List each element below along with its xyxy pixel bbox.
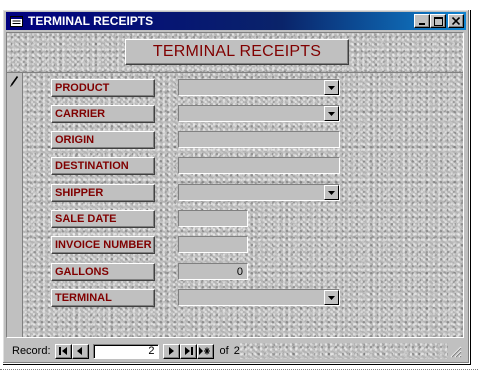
resize-grip-icon[interactable] (448, 344, 462, 358)
record-navigation-bar: Record: 2 of 2 (6, 341, 464, 361)
form-header: TERMINAL RECEIPTS (7, 33, 463, 73)
product-dropdown-button[interactable] (324, 80, 339, 95)
form-window: TERMINAL RECEIPTS TERMINAL RECEIPTS PROD… (2, 9, 470, 364)
minimize-icon (419, 23, 425, 25)
next-record-icon (169, 347, 175, 355)
form-client-area: TERMINAL RECEIPTS PRODUCT CARRIER ORIGIN… (6, 32, 464, 338)
product-combo[interactable] (178, 79, 340, 96)
record-number-input[interactable]: 2 (92, 343, 159, 359)
terminal-combo[interactable] (178, 289, 340, 306)
previous-record-button[interactable] (71, 343, 89, 359)
record-of-label: of (219, 345, 229, 357)
pencil-icon (10, 76, 19, 87)
window-title: TERMINAL RECEIPTS (28, 14, 154, 28)
close-icon (452, 17, 460, 25)
maximize-button[interactable] (430, 14, 446, 28)
dropdown-arrow-icon (328, 190, 335, 195)
dropdown-arrow-icon (328, 85, 335, 90)
shipper-dropdown-button[interactable] (324, 185, 339, 200)
label-carrier: CARRIER (51, 105, 155, 123)
label-destination: DESTINATION (51, 157, 155, 175)
dropdown-arrow-icon (328, 295, 335, 300)
label-origin: ORIGIN (51, 131, 155, 149)
close-button[interactable] (448, 14, 464, 28)
dotted-separator (0, 369, 478, 370)
first-record-button[interactable] (54, 343, 72, 359)
origin-field[interactable] (178, 131, 340, 148)
sale-date-field[interactable] (178, 210, 248, 227)
carrier-dropdown-button[interactable] (324, 106, 339, 121)
terminal-dropdown-button[interactable] (324, 290, 339, 305)
record-selector[interactable] (7, 73, 23, 337)
form-detail: PRODUCT CARRIER ORIGIN DESTINATION SHIPP… (23, 73, 463, 337)
last-record-icon (184, 347, 193, 355)
invoice-number-field[interactable] (178, 236, 248, 253)
title-bar[interactable]: TERMINAL RECEIPTS (6, 12, 466, 30)
form-header-title: TERMINAL RECEIPTS (125, 39, 349, 65)
dropdown-arrow-icon (328, 111, 335, 116)
first-record-icon (58, 347, 67, 355)
last-record-button[interactable] (179, 343, 197, 359)
label-gallons: GALLONS (51, 263, 155, 281)
label-product: PRODUCT (51, 79, 155, 97)
label-sale-date: SALE DATE (51, 210, 155, 228)
new-record-icon (199, 347, 211, 355)
previous-record-icon (77, 347, 83, 355)
destination-field[interactable] (178, 157, 340, 174)
shipper-combo[interactable] (178, 184, 340, 201)
carrier-combo[interactable] (178, 105, 340, 122)
form-icon (9, 15, 23, 27)
record-label: Record: (12, 345, 51, 357)
label-invoice-number: INVOICE NUMBER (51, 236, 155, 254)
label-shipper: SHIPPER (51, 184, 155, 202)
maximize-icon (433, 16, 443, 26)
gallons-field[interactable]: 0 (178, 263, 248, 280)
horizontal-scroll-area (239, 343, 448, 359)
next-record-button[interactable] (162, 343, 180, 359)
minimize-button[interactable] (414, 14, 430, 28)
label-terminal: TERMINAL (51, 289, 155, 307)
new-record-button[interactable] (196, 343, 214, 359)
